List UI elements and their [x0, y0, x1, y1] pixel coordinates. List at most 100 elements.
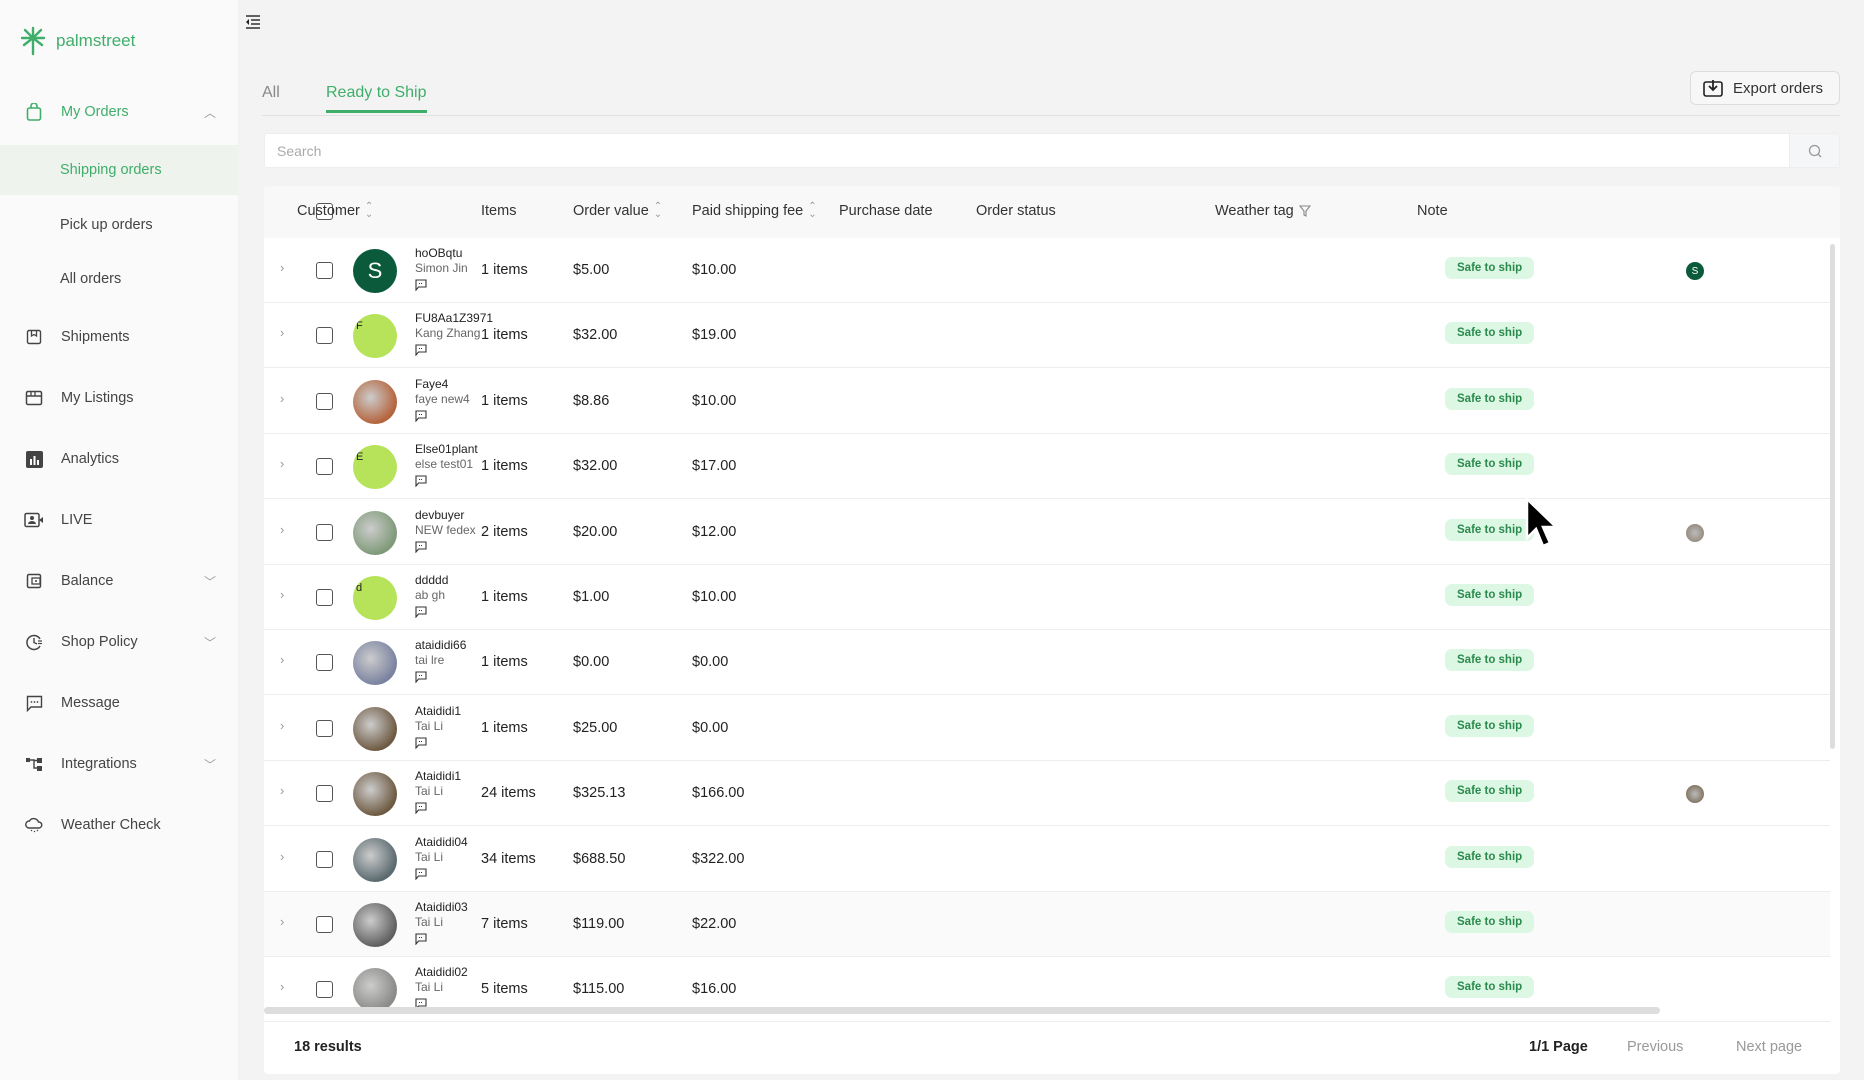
bar-chart-icon	[24, 449, 44, 469]
tab-ready-to-ship[interactable]: Ready to Ship	[326, 84, 427, 113]
sidebar-item-shipping-orders[interactable]: Shipping orders	[0, 145, 238, 195]
message-icon[interactable]	[415, 344, 427, 360]
message-icon[interactable]	[415, 737, 427, 753]
expand-row-chevron-icon[interactable]: ›	[280, 652, 284, 667]
previous-page-button[interactable]: Previous	[1627, 1039, 1683, 1055]
expand-row-chevron-icon[interactable]: ›	[280, 849, 284, 864]
wallet-icon	[24, 571, 44, 591]
message-icon[interactable]	[415, 475, 427, 491]
sidebar-item-my-listings[interactable]: My Listings	[0, 373, 238, 423]
sidebar-item-pick-up-orders[interactable]: Pick up orders	[0, 200, 238, 250]
sidebar-item-my-orders[interactable]: My Orders ︿	[0, 87, 238, 137]
expand-row-chevron-icon[interactable]: ›	[280, 718, 284, 733]
message-icon[interactable]	[415, 802, 427, 818]
next-page-button[interactable]: Next page	[1736, 1039, 1802, 1055]
row-checkbox[interactable]	[316, 327, 333, 345]
header-order-value[interactable]: Order value ⌃ ⌄	[573, 202, 662, 220]
sidebar-item-shipments[interactable]: Shipments	[0, 312, 238, 362]
export-orders-button[interactable]: Export orders	[1690, 71, 1840, 105]
table-row[interactable]: › E Else01plant else test01 1 items $32.00 $17…	[264, 434, 1830, 500]
customer-username[interactable]: Ataididi1	[415, 769, 461, 783]
sidebar-item-shop-policy[interactable]: Shop Policy ﹀	[0, 617, 238, 667]
horizontal-scrollbar[interactable]	[264, 1007, 1660, 1014]
table-row[interactable]: › Faye4 faye new4 1 items $8.86 $10.00 Safe to…	[264, 369, 1830, 434]
filter-icon[interactable]	[1298, 205, 1311, 217]
table-row[interactable]: › ataididi66 tai lre 1 items $0.00 $0.00 Safe …	[264, 630, 1830, 696]
message-icon[interactable]	[415, 671, 427, 687]
header-shipping-fee[interactable]: Paid shipping fee ⌃ ⌄	[692, 202, 817, 220]
message-icon[interactable]	[415, 410, 427, 426]
row-checkbox[interactable]	[316, 785, 333, 803]
search-button[interactable]	[1789, 134, 1839, 167]
table-row[interactable]: › d ddddd ab gh 1 items $1.00 $10.00 Safe to sh…	[264, 565, 1830, 630]
order-value: $32.00	[573, 458, 618, 475]
expand-row-chevron-icon[interactable]: ›	[280, 391, 284, 406]
tab-all[interactable]: All	[262, 84, 280, 110]
expand-row-chevron-icon[interactable]: ›	[280, 783, 284, 798]
expand-row-chevron-icon[interactable]: ›	[280, 522, 284, 537]
customer-username[interactable]: Ataididi04	[415, 835, 468, 849]
customer-username[interactable]: Ataididi1	[415, 704, 461, 718]
row-checkbox[interactable]	[316, 916, 333, 933]
customer-username[interactable]: Else01plant	[415, 442, 478, 456]
header-customer[interactable]: Customer ⌃ ⌄	[297, 202, 373, 220]
message-icon[interactable]	[415, 279, 427, 295]
customer-username[interactable]: Ataididi03	[415, 900, 468, 914]
expand-row-chevron-icon[interactable]: ›	[280, 260, 284, 275]
message-icon[interactable]	[415, 868, 427, 884]
table-row[interactable]: › F FU8Aa1Z3971 Kang Zhang 1 items $32.00 $19.…	[264, 303, 1830, 369]
order-value: $115.00	[573, 981, 625, 998]
row-checkbox[interactable]	[316, 981, 333, 999]
row-checkbox[interactable]	[316, 719, 333, 737]
expand-row-chevron-icon[interactable]: ›	[280, 914, 284, 929]
expand-row-chevron-icon[interactable]: ›	[280, 587, 284, 602]
shipping-fee: $0.00	[692, 654, 729, 671]
table-row[interactable]: › Ataididi03 Tai Li 7 items $119.00 $22.00 Saf…	[264, 892, 1830, 957]
customer-username[interactable]: Faye4	[415, 377, 448, 391]
message-icon[interactable]	[415, 933, 427, 949]
chevron-down-icon[interactable]: ﹀	[204, 756, 216, 773]
row-checkbox[interactable]	[316, 262, 333, 279]
row-checkbox[interactable]	[316, 458, 333, 476]
chevron-up-icon[interactable]: ︿	[204, 104, 216, 121]
customer-username[interactable]: Ataididi02	[415, 965, 468, 979]
note-avatar[interactable]	[1686, 523, 1704, 542]
row-checkbox[interactable]	[316, 850, 333, 868]
sidebar-item-message[interactable]: Message	[0, 678, 238, 728]
customer-username[interactable]: ataididi66	[415, 638, 466, 652]
table-row[interactable]: › Ataididi04 Tai Li 34 items $688.50 $322.00 S…	[264, 827, 1830, 892]
chevron-down-icon[interactable]: ﹀	[204, 573, 216, 590]
table-row[interactable]: › ShoOBqtu Simon Jin 1 items $5.00 $10.00 Safe…	[264, 238, 1830, 303]
note-avatar[interactable]: S	[1686, 262, 1704, 280]
row-checkbox[interactable]	[316, 654, 333, 672]
chevron-down-icon[interactable]: ﹀	[204, 634, 216, 651]
row-checkbox[interactable]	[316, 523, 333, 541]
table-row[interactable]: › Ataididi1 Tai Li 1 items $25.00 $0.00 Safe t…	[264, 696, 1830, 761]
sidebar-item-analytics[interactable]: Analytics	[0, 434, 238, 484]
expand-row-chevron-icon[interactable]: ›	[280, 979, 284, 994]
customer-username[interactable]: ddddd	[415, 573, 448, 587]
sidebar-item-balance[interactable]: Balance ﹀	[0, 556, 238, 606]
search-input[interactable]	[265, 134, 1765, 167]
row-checkbox[interactable]	[316, 589, 333, 606]
customer-username[interactable]: FU8Aa1Z3971	[415, 311, 493, 325]
expand-row-chevron-icon[interactable]: ›	[280, 456, 284, 471]
order-value: $688.50	[573, 850, 626, 867]
table-row[interactable]: › Ataididi1 Tai Li 24 items $325.13 $166.00 Sa…	[264, 761, 1830, 827]
sidebar-item-all-orders[interactable]: All orders	[0, 254, 238, 304]
sidebar-item-live[interactable]: LIVE	[0, 495, 238, 545]
header-weather-tag[interactable]: Weather tag	[1215, 203, 1311, 219]
logo[interactable]: palmstreet	[20, 26, 135, 56]
customer-username[interactable]: hoOBqtu	[415, 246, 462, 260]
collapse-menu-icon[interactable]	[245, 14, 261, 30]
table-row[interactable]: › devbuyer NEW fedex 2 items $20.00 $12.00 Saf…	[264, 500, 1830, 565]
vertical-scrollbar[interactable]	[1830, 244, 1835, 749]
sidebar-item-integrations[interactable]: Integrations ﹀	[0, 739, 238, 789]
customer-username[interactable]: devbuyer	[415, 508, 464, 522]
message-icon[interactable]	[415, 606, 427, 622]
sidebar-item-weather-check[interactable]: Weather Check	[0, 800, 238, 850]
message-icon[interactable]	[415, 541, 427, 557]
note-avatar[interactable]	[1686, 785, 1704, 804]
row-checkbox[interactable]	[316, 392, 333, 410]
expand-row-chevron-icon[interactable]: ›	[280, 325, 284, 340]
